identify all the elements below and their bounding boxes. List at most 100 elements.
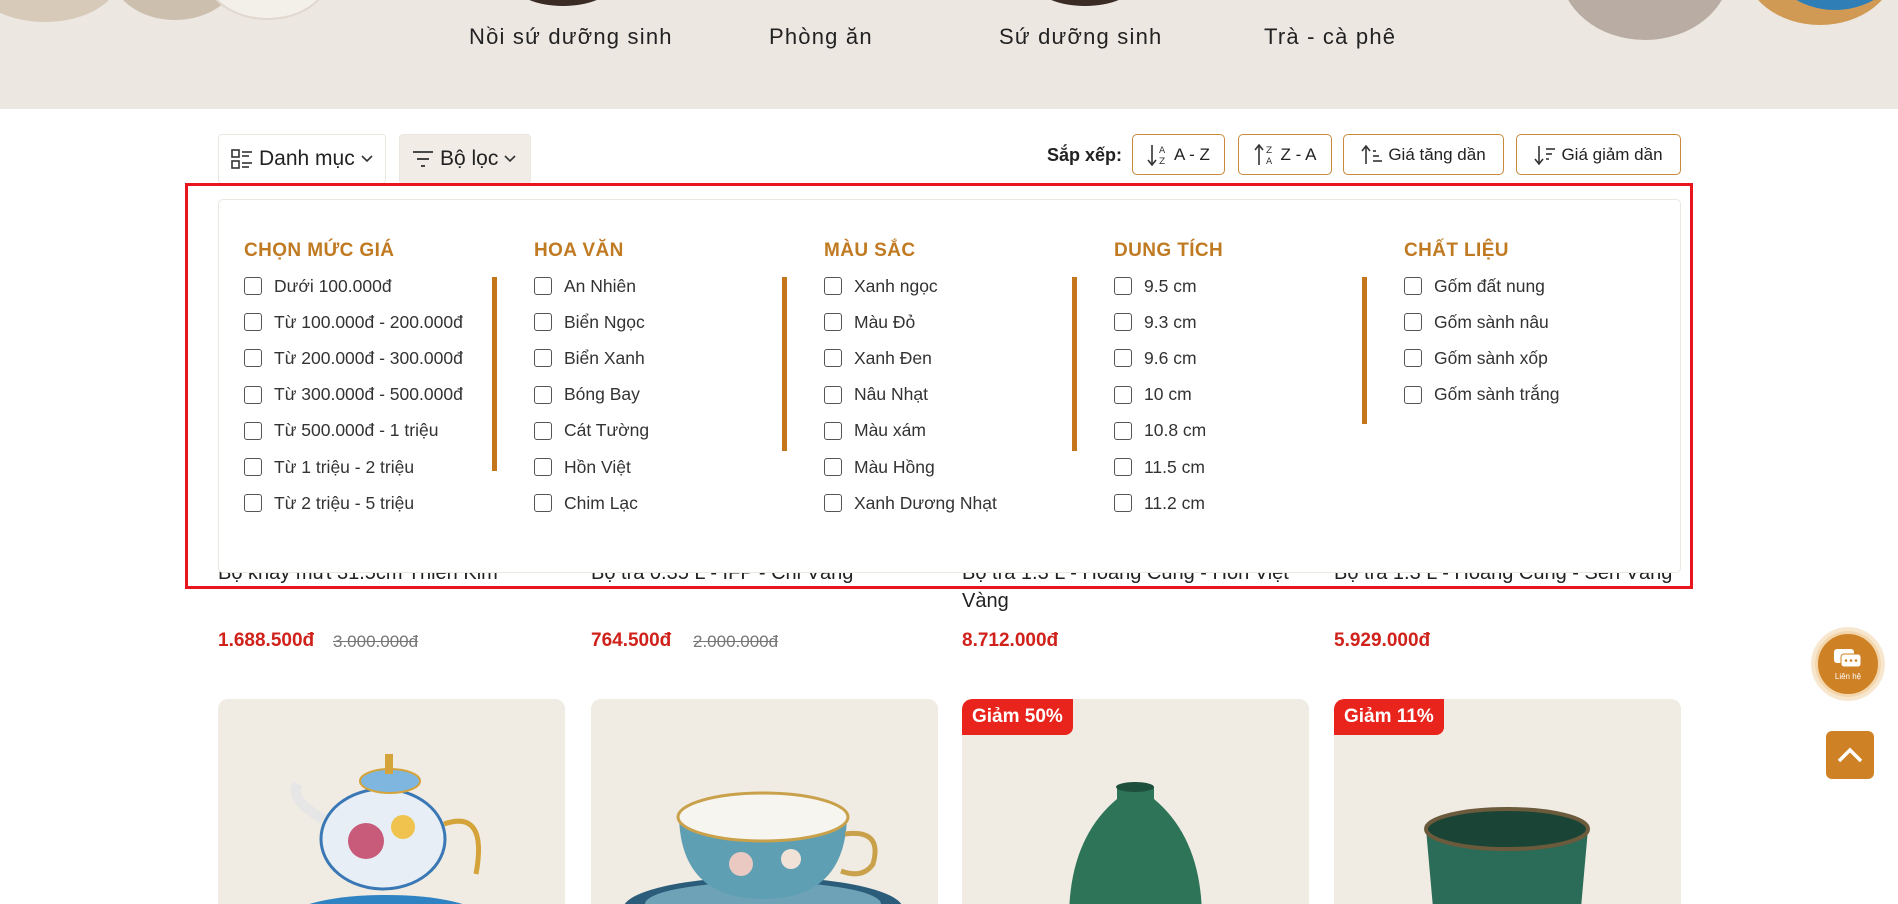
- checkbox[interactable]: [824, 494, 842, 513]
- svg-text:A: A: [1159, 146, 1166, 156]
- checkbox[interactable]: [824, 385, 842, 404]
- category-link-phong-an[interactable]: Phòng ăn: [769, 24, 873, 50]
- product-card[interactable]: [218, 699, 565, 904]
- filter-option[interactable]: Màu Hồng: [824, 449, 997, 485]
- checkbox[interactable]: [534, 494, 552, 513]
- filter-option[interactable]: Từ 100.000đ - 200.000đ: [244, 304, 463, 340]
- filter-option[interactable]: Từ 2 triệu - 5 triệu: [244, 485, 463, 521]
- filter-option[interactable]: Biển Ngọc: [534, 304, 649, 340]
- product-card[interactable]: Giảm 11%: [1334, 699, 1681, 904]
- filter-option[interactable]: 9.6 cm: [1114, 340, 1223, 376]
- filter-option[interactable]: Biển Xanh: [534, 340, 649, 376]
- discount-badge: Giảm 50%: [962, 699, 1073, 735]
- checkbox[interactable]: [244, 458, 262, 477]
- column-divider: [1072, 277, 1077, 451]
- filter-option[interactable]: Chim Lạc: [534, 485, 649, 521]
- category-image[interactable]: [1035, 0, 1135, 6]
- checkbox[interactable]: [244, 421, 262, 440]
- filter-option-label: 11.5 cm: [1144, 456, 1205, 477]
- filter-option[interactable]: Gốm sành xốp: [1404, 340, 1559, 376]
- filter-option[interactable]: Từ 1 triệu - 2 triệu: [244, 449, 463, 485]
- filter-group-color: MÀU SẮC Xanh ngọc Màu Đỏ Xanh Đen Nâu Nh…: [824, 240, 997, 521]
- checkbox[interactable]: [1114, 494, 1132, 513]
- filter-option[interactable]: Nâu Nhạt: [824, 377, 997, 413]
- sort-alpha-desc-icon: Z A: [1253, 143, 1273, 167]
- filter-option[interactable]: Bóng Bay: [534, 377, 649, 413]
- filter-option[interactable]: Màu xám: [824, 413, 997, 449]
- checkbox[interactable]: [244, 313, 262, 332]
- product-price: 5.929.000đ: [1334, 630, 1431, 651]
- filter-option[interactable]: An Nhiên: [534, 268, 649, 304]
- filter-option[interactable]: 9.3 cm: [1114, 304, 1223, 340]
- checkbox[interactable]: [1114, 313, 1132, 332]
- category-dropdown-button[interactable]: Danh mục: [218, 134, 386, 184]
- checkbox[interactable]: [244, 385, 262, 404]
- filter-option[interactable]: 9.5 cm: [1114, 268, 1223, 304]
- checkbox[interactable]: [244, 277, 262, 296]
- product-card[interactable]: Giảm 50%: [962, 699, 1309, 904]
- category-link-tra-ca-phe[interactable]: Trà - cà phê: [1264, 24, 1396, 50]
- filter-option[interactable]: 10 cm: [1114, 377, 1223, 413]
- filter-option-label: Bóng Bay: [564, 384, 640, 405]
- checkbox[interactable]: [1404, 277, 1422, 296]
- checkbox[interactable]: [1404, 349, 1422, 368]
- chevron-down-icon: [361, 155, 373, 163]
- filter-option[interactable]: Dưới 100.000đ: [244, 268, 463, 304]
- filter-option[interactable]: Gốm sành nâu: [1404, 304, 1559, 340]
- chevron-up-icon: [1837, 747, 1863, 763]
- sort-a-z-button[interactable]: A Z A - Z: [1132, 134, 1225, 175]
- checkbox[interactable]: [244, 494, 262, 513]
- checkbox[interactable]: [1114, 458, 1132, 477]
- product-card[interactable]: [591, 699, 938, 904]
- sort-price-desc-button[interactable]: Giá giảm dần: [1516, 134, 1681, 175]
- checkbox[interactable]: [534, 385, 552, 404]
- checkbox[interactable]: [1114, 421, 1132, 440]
- filter-option-label: Xanh Đen: [854, 347, 932, 368]
- filter-group-pattern: HOA VĂN An Nhiên Biển Ngọc Biển Xanh Bón…: [534, 240, 649, 521]
- checkbox[interactable]: [824, 421, 842, 440]
- filter-dropdown-button[interactable]: Bộ lọc: [399, 134, 531, 184]
- category-link-noi-su[interactable]: Nồi sứ dưỡng sinh: [469, 24, 673, 50]
- filter-option[interactable]: 10.8 cm: [1114, 413, 1223, 449]
- filter-option[interactable]: Xanh Dương Nhạt: [824, 485, 997, 521]
- sort-z-a-button[interactable]: Z A Z - A: [1238, 134, 1332, 175]
- checkbox[interactable]: [534, 277, 552, 296]
- filter-option-label: 9.6 cm: [1144, 347, 1197, 368]
- sort-option-label: Giá tăng dần: [1388, 144, 1486, 164]
- filter-option[interactable]: Gốm sành trắng: [1404, 377, 1559, 413]
- filter-option-label: Hồn Việt: [564, 456, 631, 477]
- checkbox[interactable]: [1404, 313, 1422, 332]
- checkbox[interactable]: [534, 313, 552, 332]
- checkbox[interactable]: [534, 421, 552, 440]
- filter-option[interactable]: Từ 200.000đ - 300.000đ: [244, 340, 463, 376]
- category-image[interactable]: [513, 0, 613, 6]
- checkbox[interactable]: [824, 313, 842, 332]
- filter-option[interactable]: Gốm đất nung: [1404, 268, 1559, 304]
- checkbox[interactable]: [534, 458, 552, 477]
- checkbox[interactable]: [1114, 349, 1132, 368]
- filter-option[interactable]: Xanh Đen: [824, 340, 997, 376]
- filter-option-label: An Nhiên: [564, 275, 636, 296]
- filter-group-title: HOA VĂN: [534, 240, 624, 261]
- checkbox[interactable]: [824, 277, 842, 296]
- filter-option[interactable]: 11.5 cm: [1114, 449, 1223, 485]
- checkbox[interactable]: [244, 349, 262, 368]
- scroll-to-top-button[interactable]: [1826, 731, 1874, 779]
- product-price: 764.500đ: [591, 630, 672, 651]
- category-link-su-duong-sinh[interactable]: Sứ dưỡng sinh: [999, 24, 1162, 50]
- checkbox[interactable]: [1404, 385, 1422, 404]
- checkbox[interactable]: [1114, 277, 1132, 296]
- filter-option[interactable]: Xanh ngọc: [824, 268, 997, 304]
- filter-option[interactable]: Màu Đỏ: [824, 304, 997, 340]
- filter-option[interactable]: Từ 500.000đ - 1 triệu: [244, 413, 463, 449]
- checkbox[interactable]: [824, 349, 842, 368]
- checkbox[interactable]: [824, 458, 842, 477]
- filter-option[interactable]: Từ 300.000đ - 500.000đ: [244, 377, 463, 413]
- checkbox[interactable]: [1114, 385, 1132, 404]
- contact-button[interactable]: Liên hệ: [1815, 631, 1881, 697]
- sort-price-asc-button[interactable]: Giá tăng dần: [1343, 134, 1504, 175]
- checkbox[interactable]: [534, 349, 552, 368]
- filter-option[interactable]: 11.2 cm: [1114, 485, 1223, 521]
- filter-option[interactable]: Cát Tường: [534, 413, 649, 449]
- filter-option[interactable]: Hồn Việt: [534, 449, 649, 485]
